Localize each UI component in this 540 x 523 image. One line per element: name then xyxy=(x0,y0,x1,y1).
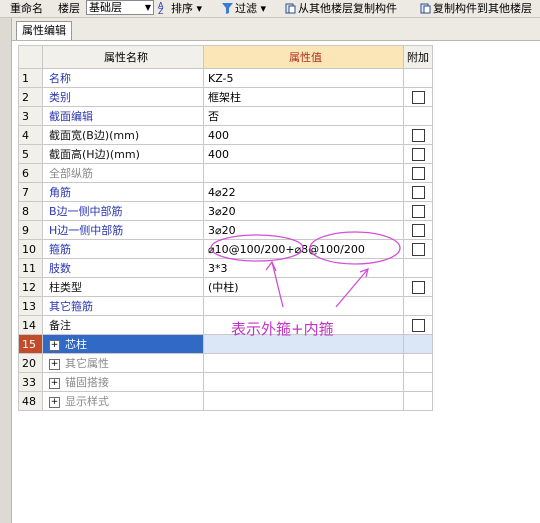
annotation-overlay xyxy=(210,231,401,308)
annotation-arrow-inner xyxy=(335,268,369,308)
annotation-ellipse-outer xyxy=(210,234,304,262)
annotation-text: 表示外箍+内箍 xyxy=(231,320,334,338)
annotation-arrow-outer xyxy=(271,261,284,308)
annotation-ellipse-inner xyxy=(309,231,401,265)
